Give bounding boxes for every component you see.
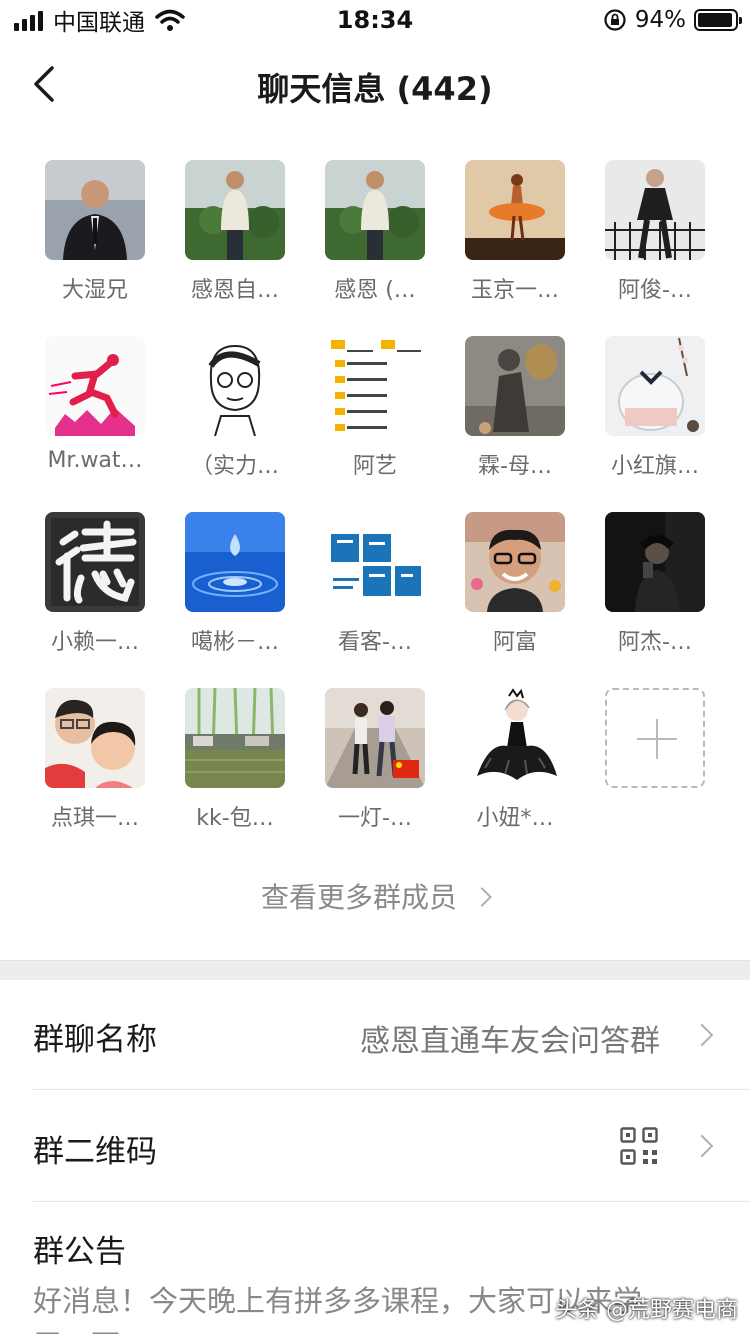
member-item[interactable]: Mr.wat…: [35, 336, 155, 473]
member-item[interactable]: 阿杰-…: [595, 512, 715, 656]
member-item[interactable]: 噶彬－…: [175, 512, 295, 656]
member-item[interactable]: 大湿兄: [35, 160, 155, 304]
group-notice-text-line2: 习一下: [33, 1322, 120, 1334]
group-name-value: 感恩直通车友会问答群: [360, 1024, 660, 1059]
nav-bar: 聊天信息 (442): [0, 44, 750, 124]
member-name: 看客-…: [338, 630, 412, 655]
avatar: [325, 160, 425, 260]
member-item[interactable]: 阿富: [455, 512, 575, 656]
page-title: 聊天信息 (442): [257, 70, 493, 108]
section-separator: [0, 960, 750, 980]
avatar: [185, 160, 285, 260]
avatar: [465, 160, 565, 260]
member-item[interactable]: 小赖一…: [35, 512, 155, 656]
avatar: [605, 512, 705, 612]
group-notice-label: 群公告: [33, 1234, 126, 1270]
plus-icon: [605, 688, 705, 788]
member-item[interactable]: 玉京一…: [455, 160, 575, 304]
chevron-right-icon: [472, 887, 492, 907]
member-item[interactable]: 一灯-…: [315, 688, 435, 832]
member-name: 阿杰-…: [618, 630, 692, 655]
member-name: 玉京一…: [470, 278, 559, 303]
watermark: 头条 @荒野赛电商: [555, 1298, 738, 1323]
group-name-row[interactable]: 群聊名称 感恩直通车友会问答群: [0, 980, 750, 1090]
member-item[interactable]: 感恩自…: [175, 160, 295, 304]
avatar: [185, 688, 285, 788]
avatar: [185, 512, 285, 612]
battery-icon: [694, 9, 742, 31]
group-qr-row[interactable]: 群二维码: [0, 1090, 750, 1202]
avatar: [465, 512, 565, 612]
avatar: [325, 512, 425, 612]
member-item[interactable]: 点琪一…: [35, 688, 155, 832]
battery-percent: 94%: [634, 7, 686, 33]
member-name: 感恩自…: [190, 278, 279, 303]
member-name: 点琪一…: [50, 806, 139, 831]
member-item[interactable]: 阿俊-…: [595, 160, 715, 304]
member-item[interactable]: 看客-…: [315, 512, 435, 656]
view-more-members-label: 查看更多群成员: [260, 881, 457, 914]
member-name: 感恩 (…: [334, 278, 416, 303]
avatar: [45, 336, 145, 436]
avatar: [45, 160, 145, 260]
avatar: [465, 336, 565, 436]
member-name: kk-包…: [196, 806, 274, 831]
group-name-label: 群聊名称: [33, 1022, 157, 1058]
qr-code-icon: [620, 1127, 658, 1165]
member-name: 小赖一…: [50, 630, 139, 655]
member-name: 小红旗…: [610, 454, 699, 479]
avatar: [605, 336, 705, 436]
member-item[interactable]: （实力…: [175, 336, 295, 480]
avatar: [185, 336, 285, 436]
add-member-button[interactable]: [595, 688, 715, 788]
member-name: 一灯-…: [338, 806, 412, 831]
member-name: 噶彬－…: [190, 630, 279, 655]
member-item[interactable]: kk-包…: [175, 688, 295, 832]
avatar: [325, 336, 425, 436]
member-item[interactable]: 感恩 (…: [315, 160, 435, 304]
member-name: （实力…: [190, 454, 279, 479]
member-name: 阿俊-…: [618, 278, 692, 303]
member-name: 霖-母…: [478, 454, 552, 479]
rotation-lock-icon: [604, 9, 626, 31]
group-qr-label: 群二维码: [33, 1134, 157, 1170]
member-name: 阿艺: [352, 454, 397, 479]
avatar: [465, 688, 565, 788]
member-name: 大湿兄: [61, 278, 128, 303]
member-name: Mr.wat…: [47, 448, 143, 473]
chevron-right-icon: [690, 1134, 714, 1158]
member-name: 小妞*…: [476, 806, 554, 831]
avatar: [325, 688, 425, 788]
member-item[interactable]: 小红旗…: [595, 336, 715, 480]
avatar: [605, 160, 705, 260]
member-item[interactable]: 小妞*…: [455, 688, 575, 832]
member-name: 阿富: [492, 630, 537, 655]
chevron-right-icon: [690, 1023, 714, 1047]
group-notice-text: 好消息！今天晚上有拼多多课程，大家可以来学: [33, 1284, 643, 1318]
avatar: [45, 688, 145, 788]
view-more-members-button[interactable]: 查看更多群成员: [0, 876, 750, 916]
member-item[interactable]: 霖-母…: [455, 336, 575, 480]
status-bar: 中国联通 18:34 94%: [0, 0, 750, 40]
group-chat-info-screen: 中国联通 18:34 94% 聊天信息 (442) 大湿兄 感恩自… 感恩 (……: [0, 0, 750, 1334]
member-item[interactable]: 阿艺: [315, 336, 435, 480]
avatar: [45, 512, 145, 612]
